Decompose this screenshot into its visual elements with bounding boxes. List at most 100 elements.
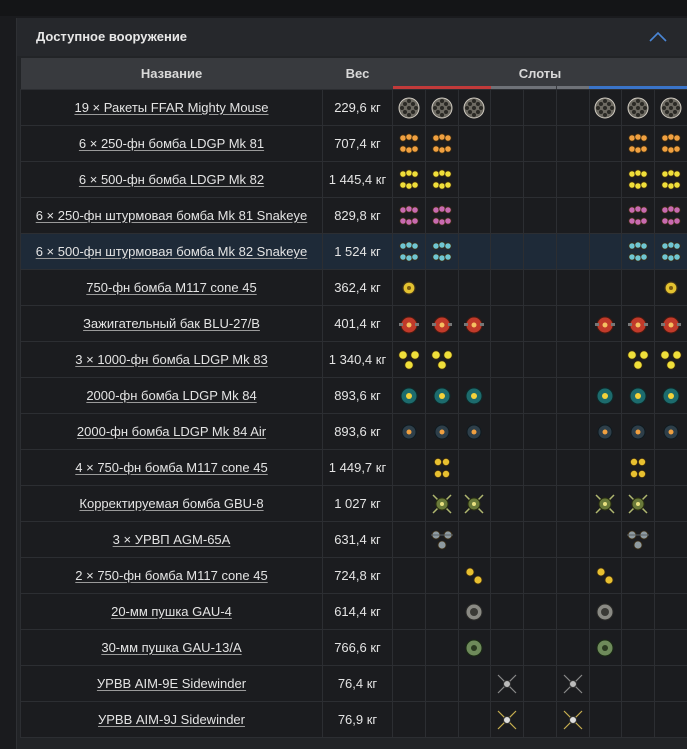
- rocket-pod-icon[interactable]: [396, 97, 422, 118]
- slot-cell[interactable]: [621, 485, 656, 522]
- weapon-name-cell[interactable]: УРВВ AIM-9J Sidewinder: [20, 701, 323, 738]
- bomb-cluster-yellow-icon[interactable]: [625, 168, 651, 190]
- slot-cell[interactable]: [392, 413, 426, 450]
- bomb-cluster-orange-icon[interactable]: [429, 132, 455, 154]
- slot-cell[interactable]: [457, 377, 492, 414]
- bomb-air-icon[interactable]: [396, 423, 422, 439]
- bomb-cluster-purple-icon[interactable]: [429, 204, 455, 226]
- rocket-pod-icon[interactable]: [658, 97, 684, 118]
- slot-cell[interactable]: [654, 413, 687, 450]
- weapon-name-cell[interactable]: Корректируемая бомба GBU-8: [20, 485, 323, 522]
- weapon-name-cell[interactable]: 20-мм пушка GAU-4: [20, 593, 323, 630]
- weapon-name-cell[interactable]: 2 × 750-фн бомба M117 cone 45: [20, 557, 323, 594]
- fire-tank-icon[interactable]: [625, 315, 651, 333]
- slot-cell[interactable]: [654, 341, 687, 378]
- slot-cell[interactable]: [588, 377, 623, 414]
- weapon-name-cell[interactable]: 2000-фн бомба LDGP Mk 84 Air: [20, 413, 323, 450]
- slot-cell[interactable]: [654, 89, 687, 126]
- table-row[interactable]: 4 × 750-фн бомба M117 cone 45 1 449,7 кг: [20, 449, 687, 486]
- slot-cell[interactable]: [457, 305, 492, 342]
- slot-cell[interactable]: [588, 413, 623, 450]
- weapon-name-cell[interactable]: 4 × 750-фн бомба M117 cone 45: [20, 449, 323, 486]
- weapon-name[interactable]: 30-мм пушка GAU-13/A: [101, 640, 241, 655]
- slot-cell[interactable]: [424, 341, 459, 378]
- bomb-single-yellow-icon[interactable]: [396, 279, 422, 295]
- chevron-up-icon[interactable]: [647, 26, 669, 48]
- column-header-name[interactable]: Название: [20, 58, 323, 90]
- slot-cell[interactable]: [621, 89, 656, 126]
- weapon-name-cell[interactable]: 6 × 500-фн штурмовая бомба Mk 82 Snakeye: [20, 233, 323, 270]
- weapon-name-cell[interactable]: 750-фн бомба M117 cone 45: [20, 269, 323, 306]
- bomb-big-teal-icon[interactable]: [461, 387, 487, 404]
- slot-cell[interactable]: [392, 89, 426, 126]
- gun-pod-grey-icon[interactable]: [592, 603, 618, 620]
- rocket-pod-icon[interactable]: [625, 97, 651, 118]
- slot-cell[interactable]: [457, 89, 492, 126]
- bomb-air-icon[interactable]: [461, 423, 487, 439]
- slot-cell[interactable]: [621, 305, 656, 342]
- aam-missile-y-icon[interactable]: [494, 710, 520, 729]
- slot-cell[interactable]: [424, 233, 459, 270]
- bomb-cluster-orange-icon[interactable]: [396, 132, 422, 154]
- aam-missile-icon[interactable]: [560, 674, 586, 693]
- slot-cell[interactable]: [654, 305, 687, 342]
- gun-pod-grey-icon[interactable]: [461, 603, 487, 620]
- weapon-name-cell[interactable]: 3 × 1000-фн бомба LDGP Mk 83: [20, 341, 323, 378]
- weapon-name[interactable]: 2000-фн бомба LDGP Mk 84: [86, 388, 256, 403]
- fire-tank-icon[interactable]: [658, 315, 684, 333]
- guided-bomb-icon[interactable]: [429, 493, 455, 514]
- table-row[interactable]: 2 × 750-фн бомба M117 cone 45 724,8 кг: [20, 557, 687, 594]
- table-row[interactable]: Корректируемая бомба GBU-8 1 027 кг: [20, 485, 687, 522]
- weapon-name[interactable]: 2 × 750-фн бомба M117 cone 45: [75, 568, 267, 583]
- slot-cell[interactable]: [392, 161, 426, 198]
- weapon-name-cell[interactable]: 6 × 250-фн штурмовая бомба Mk 81 Snakeye: [20, 197, 323, 234]
- slot-cell[interactable]: [621, 161, 656, 198]
- slot-cell[interactable]: [654, 233, 687, 270]
- weapon-name[interactable]: 19 × Ракеты FFAR Mighty Mouse: [74, 100, 268, 115]
- weapon-name[interactable]: УРВВ AIM-9E Sidewinder: [97, 676, 246, 691]
- table-row[interactable]: 750-фн бомба M117 cone 45 362,4 кг: [20, 269, 687, 306]
- slot-cell[interactable]: [392, 341, 426, 378]
- slot-cell[interactable]: [424, 125, 459, 162]
- weapon-name-cell[interactable]: 6 × 500-фн бомба LDGP Mk 82: [20, 161, 323, 198]
- slot-cell[interactable]: [588, 557, 623, 594]
- bomb-cluster-yellow-icon[interactable]: [658, 168, 684, 190]
- aam-missile-icon[interactable]: [494, 674, 520, 693]
- bomb-air-icon[interactable]: [625, 423, 651, 439]
- slot-cell[interactable]: [392, 269, 426, 306]
- bomb-triple-yellow-icon[interactable]: [429, 349, 455, 370]
- slot-cell[interactable]: [424, 521, 459, 558]
- slot-cell[interactable]: [392, 377, 426, 414]
- guided-bomb-icon[interactable]: [461, 493, 487, 514]
- weapon-name[interactable]: УРВВ AIM-9J Sidewinder: [98, 712, 245, 727]
- gun-pod-green-icon[interactable]: [461, 639, 487, 656]
- missile-triple-icon[interactable]: [625, 530, 651, 549]
- slot-cell[interactable]: [621, 233, 656, 270]
- table-row[interactable]: 2000-фн бомба LDGP Mk 84 Air 893,6 кг: [20, 413, 687, 450]
- bomb-big-teal-icon[interactable]: [625, 387, 651, 404]
- bomb-double-yellow-icon[interactable]: [461, 567, 487, 584]
- slot-cell[interactable]: [424, 197, 459, 234]
- slot-cell[interactable]: [490, 665, 525, 702]
- table-row[interactable]: УРВВ AIM-9E Sidewinder 76,4 кг: [20, 665, 687, 702]
- slot-cell[interactable]: [621, 125, 656, 162]
- bomb-air-icon[interactable]: [429, 423, 455, 439]
- slot-cell[interactable]: [392, 233, 426, 270]
- slot-cell[interactable]: [588, 89, 623, 126]
- bomb-triple-yellow-icon[interactable]: [625, 349, 651, 370]
- slot-cell[interactable]: [588, 593, 623, 630]
- weapon-name[interactable]: Корректируемая бомба GBU-8: [79, 496, 263, 511]
- bomb-cluster-teal-icon[interactable]: [625, 240, 651, 262]
- weapon-name[interactable]: Зажигательный бак BLU-27/B: [83, 316, 260, 331]
- slot-cell[interactable]: [392, 125, 426, 162]
- slot-cell[interactable]: [654, 377, 687, 414]
- slot-cell[interactable]: [424, 449, 459, 486]
- fire-tank-icon[interactable]: [396, 315, 422, 333]
- rocket-pod-icon[interactable]: [461, 97, 487, 118]
- weapon-name-cell[interactable]: 19 × Ракеты FFAR Mighty Mouse: [20, 89, 323, 126]
- weapon-name-cell[interactable]: Зажигательный бак BLU-27/B: [20, 305, 323, 342]
- slot-cell[interactable]: [588, 485, 623, 522]
- table-row[interactable]: УРВВ AIM-9J Sidewinder 76,9 кг: [20, 701, 687, 738]
- bomb-cluster-orange-icon[interactable]: [625, 132, 651, 154]
- column-header-weight[interactable]: Вес: [322, 58, 393, 90]
